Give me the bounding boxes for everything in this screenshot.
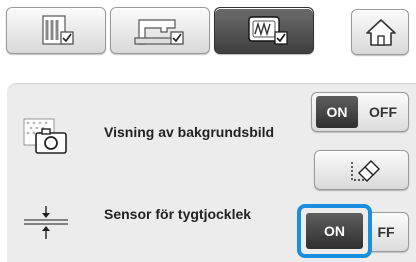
sewing-machine-check-icon bbox=[134, 19, 184, 45]
background-image-on-option[interactable]: ON bbox=[316, 96, 358, 128]
home-button[interactable] bbox=[351, 9, 409, 55]
background-image-toggle[interactable]: ON OFF bbox=[311, 92, 409, 132]
erase-background-button[interactable] bbox=[314, 150, 409, 190]
fabric-thickness-icon bbox=[24, 206, 68, 239]
eraser-icon bbox=[351, 160, 380, 182]
tab-embroidery-settings[interactable] bbox=[110, 7, 210, 54]
tab-general-settings[interactable] bbox=[6, 7, 106, 54]
fabric-thickness-on-focus[interactable]: ON bbox=[297, 204, 372, 258]
camera-photo-icon bbox=[23, 118, 67, 154]
fabric-thickness-on-option[interactable]: ON bbox=[306, 213, 363, 249]
fabric-thickness-sensor-label: Sensor för tygtjocklek bbox=[104, 206, 252, 222]
tab-display-settings[interactable] bbox=[214, 7, 314, 54]
background-image-off-option[interactable]: OFF bbox=[360, 96, 406, 128]
fabric-thickness-off-option[interactable]: FF bbox=[366, 216, 406, 248]
hoop-display-check-icon bbox=[248, 16, 288, 45]
page-check-icon bbox=[42, 15, 74, 45]
background-image-label: Visning av bakgrundsbild bbox=[104, 124, 275, 140]
home-icon bbox=[366, 19, 396, 46]
